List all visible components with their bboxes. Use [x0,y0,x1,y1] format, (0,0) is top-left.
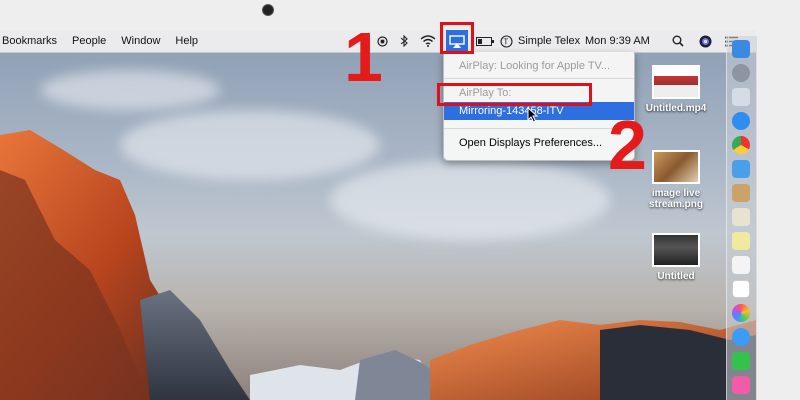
reminders-icon[interactable] [732,256,750,274]
image-thumbnail [652,150,700,184]
wifi-icon[interactable] [420,30,438,52]
screenshot-thumbnail [652,233,700,267]
menu-separator [444,128,634,129]
mirroring-item-highlight [437,83,592,106]
finder-icon[interactable] [732,40,750,58]
app-store-icon[interactable] [732,160,750,178]
open-displays-preferences-item[interactable]: Open Displays Preferences... [444,134,634,152]
webcam [262,4,274,16]
app-icon[interactable] [732,88,750,106]
music-icon[interactable] [732,376,750,394]
airplay-icon-highlight [440,22,474,54]
battery-icon[interactable] [476,30,496,52]
menu-window[interactable]: Window [121,35,160,47]
notes-icon[interactable] [732,232,750,250]
desktop-file-untitled[interactable]: Untitled [631,233,721,282]
calendar-date-icon[interactable] [732,280,750,298]
airplay-status-text: AirPlay: Looking for Apple TV... [459,60,611,72]
menu-bookmarks[interactable]: Bookmarks [2,35,57,47]
svg-text:T: T [503,37,508,46]
video-thumbnail [652,65,700,99]
menubar-clock[interactable]: Mon 9:39 AM [585,30,650,52]
desktop-file-name: Untitled [657,271,695,282]
input-source-label[interactable]: Simple Telex [518,30,580,52]
input-source-icon[interactable]: T [500,30,514,52]
menu-help[interactable]: Help [175,35,198,47]
launchpad-icon[interactable] [732,64,750,82]
dock [726,36,757,400]
messages-icon[interactable] [732,328,750,346]
mouse-pointer-icon [527,107,539,123]
menu-separator [444,78,634,79]
photos-icon[interactable] [732,304,750,322]
facetime-icon[interactable] [732,352,750,370]
desktop-file-name: image live stream.png [649,188,703,210]
step-two-label: 2 [608,106,647,184]
airplay-dropdown-menu: AirPlay: Looking for Apple TV... AirPlay… [443,52,635,161]
chrome-icon[interactable] [732,136,750,154]
contacts-icon[interactable] [732,184,750,202]
calendar-icon[interactable] [732,208,750,226]
spotlight-search-icon[interactable] [672,30,686,52]
step-one-label: 1 [344,18,383,96]
siri-icon[interactable] [699,30,713,52]
bluetooth-icon[interactable] [400,30,410,52]
safari-icon[interactable] [732,112,750,130]
menu-people[interactable]: People [72,35,106,47]
